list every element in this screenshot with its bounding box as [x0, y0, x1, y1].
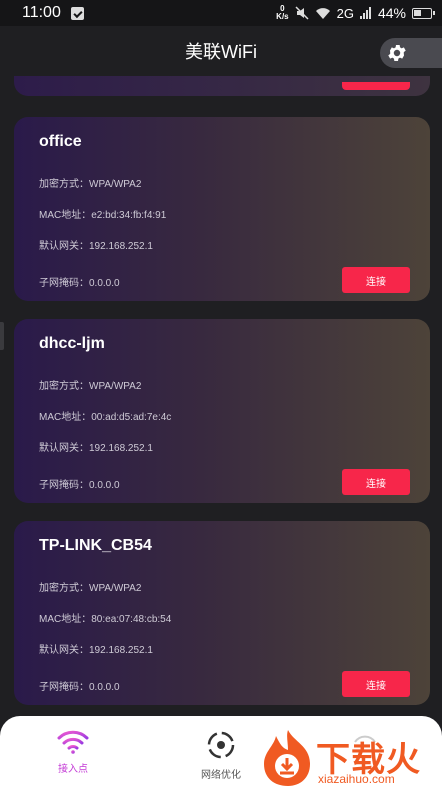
- network-card: dhcc-ljm 加密方式：WPA/WPA2 MAC地址：00:ad:d5:ad…: [14, 319, 430, 503]
- network-card: office 加密方式：WPA/WPA2 MAC地址：e2:bd:34:fb:f…: [14, 117, 430, 301]
- encryption-row: 加密方式：WPA/WPA2: [39, 179, 142, 190]
- notification-icon: [70, 6, 84, 20]
- network-name: office: [39, 133, 82, 150]
- connect-button-partial[interactable]: [342, 82, 410, 90]
- network-card: TP-LINK_CB54 加密方式：WPA/WPA2 MAC地址：80:ea:0…: [14, 521, 430, 705]
- target-icon: [207, 731, 235, 759]
- flame-logo-icon: [264, 730, 310, 786]
- gateway-row: 默认网关：192.168.252.1: [39, 645, 153, 656]
- encryption-row: 加密方式：WPA/WPA2: [39, 381, 142, 392]
- network-speed: 0 K/s: [276, 4, 289, 21]
- gateway-row: 默认网关：192.168.252.1: [39, 241, 153, 252]
- network-type: 2G: [336, 5, 354, 21]
- mute-icon: [295, 6, 309, 20]
- subnet-row: 子网掩码：0.0.0.0: [39, 278, 120, 289]
- watermark-subtext: xiazaihuo.com: [318, 772, 395, 786]
- wifi-status-icon: [315, 7, 330, 19]
- encryption-row: 加密方式：WPA/WPA2: [39, 583, 142, 594]
- gear-icon: [388, 45, 406, 61]
- mac-row: MAC地址：e2:bd:34:fb:f4:91: [39, 210, 167, 221]
- network-name: TP-LINK_CB54: [39, 537, 152, 554]
- battery-icon: [412, 7, 435, 19]
- connect-button[interactable]: 连接: [342, 671, 410, 697]
- subnet-row: 子网掩码：0.0.0.0: [39, 682, 120, 693]
- mac-row: MAC地址：80:ea:07:48:cb:54: [39, 614, 172, 625]
- network-name: dhcc-ljm: [39, 335, 105, 352]
- page-title: 美联WiFi: [185, 42, 257, 62]
- network-card-partial: [14, 76, 430, 96]
- status-time: 11:00: [22, 4, 61, 21]
- connect-button[interactable]: 连接: [342, 469, 410, 495]
- nav-item-access-point[interactable]: 接入点: [28, 730, 118, 775]
- header: 美联WiFi: [0, 26, 442, 76]
- settings-button[interactable]: [380, 38, 442, 68]
- subnet-row: 子网掩码：0.0.0.0: [39, 480, 120, 491]
- nav-label: 接入点: [58, 764, 88, 775]
- gateway-row: 默认网关：192.168.252.1: [39, 443, 153, 454]
- wifi-icon: [57, 730, 89, 754]
- watermark-logo: 下载火 xiazaihuo.com: [258, 726, 442, 792]
- status-bar: 11:00 0 K/s 2G 44%: [0, 0, 442, 26]
- side-handle[interactable]: [0, 322, 4, 350]
- nav-label: 网络优化: [201, 770, 241, 781]
- battery-percent: 44%: [377, 5, 406, 21]
- signal-icon: [359, 7, 371, 19]
- nav-item-network-optimize[interactable]: 网络优化: [176, 730, 266, 781]
- connect-button[interactable]: 连接: [342, 267, 410, 293]
- mac-row: MAC地址：00:ad:d5:ad:7e:4c: [39, 412, 172, 423]
- network-list[interactable]: office 加密方式：WPA/WPA2 MAC地址：e2:bd:34:fb:f…: [0, 76, 442, 716]
